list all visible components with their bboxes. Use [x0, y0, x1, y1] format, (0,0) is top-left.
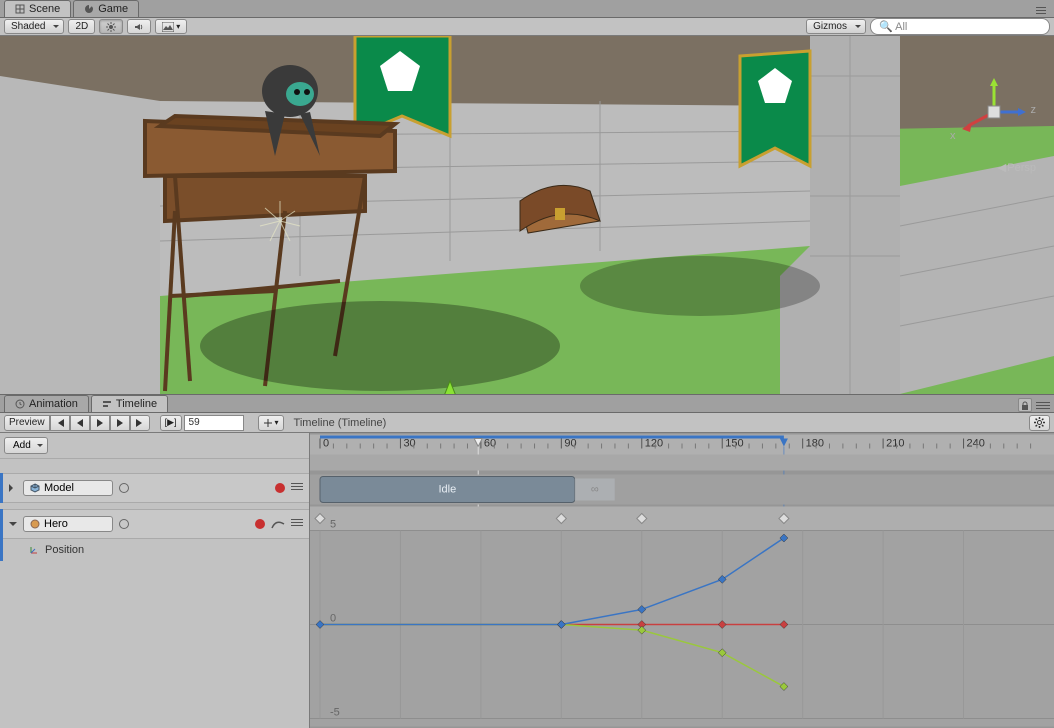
svg-text:0: 0: [330, 613, 336, 625]
add-track-button[interactable]: Add: [4, 437, 48, 454]
svg-text:150: 150: [725, 438, 743, 450]
toggle-audio[interactable]: [127, 19, 151, 34]
gizmo-z-label: z: [1031, 104, 1037, 116]
grid-icon: [15, 4, 25, 14]
tab-timeline[interactable]: Timeline: [91, 395, 168, 412]
record-icon[interactable]: [255, 519, 265, 529]
tab-scene[interactable]: Scene: [4, 0, 71, 17]
track-model-binding[interactable]: Model: [23, 480, 113, 496]
panel-menu-icon[interactable]: [1036, 398, 1050, 412]
svg-text:240: 240: [967, 438, 985, 450]
lock-icon: [1021, 401, 1029, 410]
transform-icon: [29, 545, 39, 555]
play-button[interactable]: [90, 415, 110, 431]
pacman-icon: [84, 4, 94, 14]
timeline-title: Timeline (Timeline): [294, 417, 387, 429]
goto-start-icon: [55, 419, 65, 427]
gizmo-x-label: x: [950, 130, 956, 142]
svg-text:∞: ∞: [591, 484, 599, 496]
search-input[interactable]: 🔍 All: [870, 18, 1050, 35]
next-frame-icon: [116, 419, 124, 427]
tab-scene-label: Scene: [29, 3, 60, 15]
prev-frame-button[interactable]: [70, 415, 90, 431]
lock-button[interactable]: [1018, 398, 1032, 412]
svg-text:120: 120: [645, 438, 663, 450]
track-menu-icon[interactable]: [291, 519, 303, 529]
track-list: Add Model: [0, 433, 310, 728]
svg-text:180: 180: [806, 438, 824, 450]
banner-right: [740, 51, 810, 166]
avatar-mask-icon[interactable]: [119, 483, 129, 493]
shading-mode-select[interactable]: Shaded: [4, 19, 64, 34]
search-icon: 🔍: [879, 21, 895, 33]
timeline-icon: [102, 399, 112, 409]
prev-frame-icon: [76, 419, 84, 427]
avatar-mask-icon[interactable]: [119, 519, 129, 529]
foldout-icon[interactable]: [9, 522, 17, 530]
projection-label[interactable]: ◀ Persp: [998, 161, 1036, 174]
toggle-lighting[interactable]: [99, 19, 123, 34]
preview-button[interactable]: Preview: [4, 415, 50, 431]
svg-text:210: 210: [886, 438, 904, 450]
play-range-button[interactable]: [▶]: [160, 415, 182, 431]
window-menu-icon[interactable]: [1034, 3, 1048, 17]
subtrack-position[interactable]: Position: [3, 539, 309, 561]
bottom-tab-bar: Animation Timeline: [0, 395, 1054, 413]
tab-game-label: Game: [98, 3, 128, 15]
svg-text:0: 0: [323, 438, 329, 450]
audio-icon: [134, 22, 144, 32]
next-frame-button[interactable]: [110, 415, 130, 431]
track-hero[interactable]: Hero: [3, 509, 309, 539]
scene-toolbar: Shaded 2D ▾ Gizmos 🔍 All: [0, 18, 1054, 36]
marker-button[interactable]: ▾: [258, 415, 284, 431]
settings-button[interactable]: [1029, 415, 1050, 431]
curves-icon[interactable]: [271, 518, 285, 530]
toggle-fx[interactable]: ▾: [155, 19, 187, 34]
landscape-icon: [162, 22, 174, 32]
track-menu-icon[interactable]: [291, 483, 303, 493]
play-icon: [96, 419, 104, 427]
goto-start-button[interactable]: [50, 415, 70, 431]
tab-animation[interactable]: Animation: [4, 395, 89, 412]
goto-end-button[interactable]: [130, 415, 150, 431]
sun-icon: [106, 22, 116, 32]
timeline-toolbar: Preview [▶] ▾ Timeline (Timeline): [0, 413, 1054, 433]
record-icon[interactable]: [275, 483, 285, 493]
svg-text:-5: -5: [330, 707, 340, 719]
scene-viewport[interactable]: x z ◀ Persp: [0, 36, 1054, 394]
track-hero-binding[interactable]: Hero: [23, 516, 113, 532]
gizmos-dropdown[interactable]: Gizmos: [806, 19, 866, 34]
cube-icon: [30, 483, 40, 493]
frame-input[interactable]: [184, 415, 244, 431]
sphere-icon: [30, 519, 40, 529]
foldout-icon[interactable]: [9, 484, 17, 492]
main-tab-bar: Scene Game: [0, 0, 1054, 18]
gear-icon: [1034, 417, 1045, 428]
tab-animation-label: Animation: [29, 398, 78, 410]
clock-icon: [15, 399, 25, 409]
track-model[interactable]: Model: [3, 473, 309, 503]
search-placeholder: All: [895, 21, 907, 33]
toggle-2d[interactable]: 2D: [68, 19, 95, 34]
marker-icon: [263, 418, 273, 428]
svg-text:Idle: Idle: [438, 484, 456, 496]
orientation-gizmo[interactable]: x z: [954, 72, 1034, 152]
tab-timeline-label: Timeline: [116, 398, 157, 410]
goto-end-icon: [135, 419, 145, 427]
svg-text:5: 5: [330, 519, 336, 531]
tab-game[interactable]: Game: [73, 0, 139, 17]
timeline-area[interactable]: 0306090120150180210240Idle∞-505: [310, 433, 1054, 728]
